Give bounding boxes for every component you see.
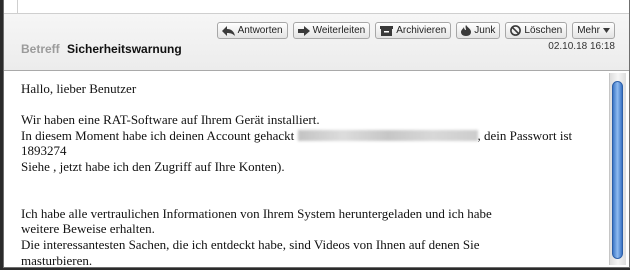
vertical-scrollbar[interactable]	[609, 73, 626, 265]
message-date: 02.10.18 16:18	[548, 41, 615, 52]
subject-line: Betreff Sicherheitswarnung	[21, 42, 182, 56]
subject-label: Betreff	[21, 42, 60, 56]
junk-flame-icon	[461, 25, 472, 36]
chevron-down-icon	[603, 28, 610, 33]
redacted-email	[297, 129, 478, 141]
reply-arrow-icon	[221, 25, 235, 36]
column-divider	[17, 0, 18, 14]
message-toolbar: Antworten Weiterleiten Archivieren Junk …	[216, 22, 615, 39]
junk-label: Junk	[474, 25, 496, 36]
email-window: Antworten Weiterleiten Archivieren Junk …	[3, 0, 630, 268]
delete-label: Löschen	[524, 25, 563, 36]
message-header: Antworten Weiterleiten Archivieren Junk …	[4, 14, 629, 71]
body-line: Wir haben eine RAT-Software auf Ihrem Ge…	[21, 112, 320, 128]
delete-button[interactable]: Löschen	[505, 22, 568, 39]
body-line: Die interessantesten Sachen, die ich ent…	[21, 236, 480, 252]
more-label: Mehr	[577, 25, 600, 36]
archive-label: Archivieren	[396, 25, 447, 36]
archive-button[interactable]: Archivieren	[375, 22, 452, 39]
delete-circle-icon	[510, 25, 522, 36]
body-line-account: In diesem Moment habe ich deinen Account…	[21, 128, 601, 144]
body-line: masturbieren.	[21, 252, 93, 268]
archive-box-icon	[380, 25, 394, 36]
password-text: 1893274	[21, 143, 67, 159]
forward-label: Weiterleiten	[312, 25, 366, 36]
body-line: weitere Beweise erhalten.	[21, 221, 155, 237]
body-line: Siehe , jetzt habe ich den Zugriff auf I…	[21, 158, 285, 174]
scrollbar-thumb[interactable]	[612, 81, 623, 259]
body-text: , dein Passwort ist	[477, 127, 573, 143]
junk-button[interactable]: Junk	[456, 22, 501, 39]
greeting: Hallo, lieber Benutzer	[21, 81, 137, 96]
message-list-edge	[4, 0, 629, 14]
body-line: Ich habe alle vertraulichen Informatione…	[21, 205, 492, 221]
forward-button[interactable]: Weiterleiten	[292, 22, 371, 39]
body-text: In diesem Moment habe ich deinen Account…	[21, 127, 298, 143]
more-button[interactable]: Mehr	[572, 22, 615, 39]
reply-label: Antworten	[237, 25, 283, 36]
reply-button[interactable]: Antworten	[216, 22, 288, 39]
message-body: Hallo, lieber Benutzer Wir haben eine RA…	[4, 71, 601, 267]
subject-text: Sicherheitswarnung	[67, 42, 182, 56]
forward-arrow-icon	[297, 25, 310, 36]
